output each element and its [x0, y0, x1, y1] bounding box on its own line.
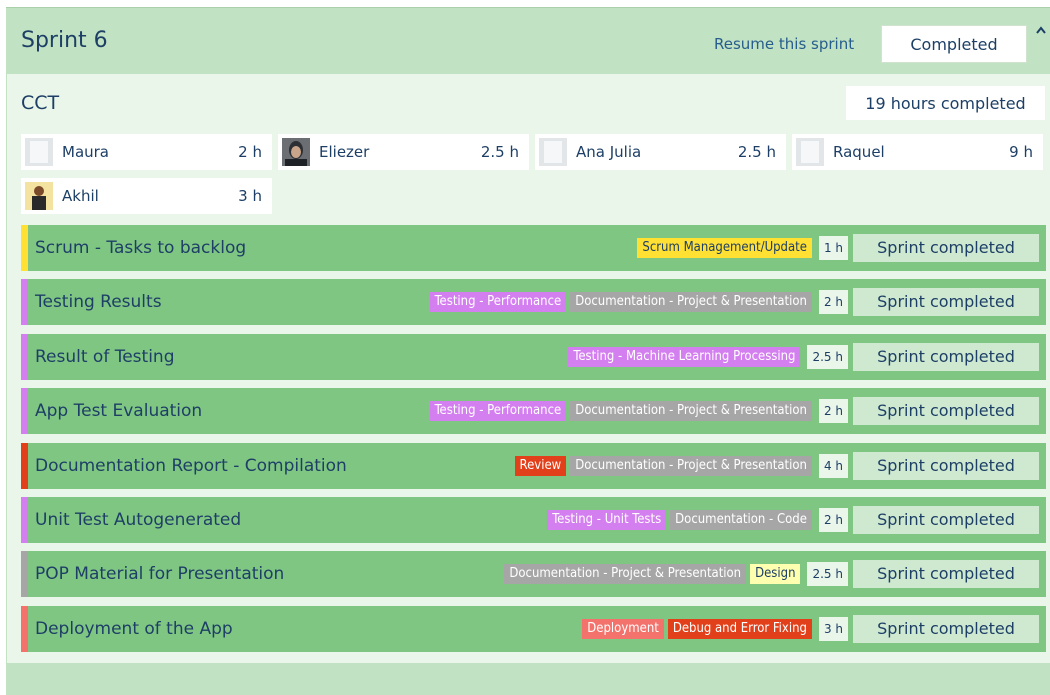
- task-tag: Testing - Performance: [429, 292, 567, 313]
- task-color-stripe: [21, 225, 28, 271]
- sprint-completed-button[interactable]: Sprint completed: [853, 614, 1039, 643]
- sprint-completed-button[interactable]: Sprint completed: [853, 560, 1039, 589]
- member-card: Maura 2 h: [21, 134, 272, 170]
- task-title: Documentation Report - Compilation: [35, 455, 347, 476]
- task-meta: Review Documentation - Project & Presenta…: [511, 451, 1039, 480]
- task-tag: Documentation - Project & Presentation: [570, 455, 812, 476]
- task-color-stripe: [21, 279, 28, 326]
- task-title: App Test Evaluation: [35, 401, 203, 422]
- task-title: Unit Test Autogenerated: [35, 510, 242, 530]
- hours-summary: 19 hours completed: [846, 86, 1045, 120]
- task-row[interactable]: Testing Results Testing - Performance Docu…: [21, 279, 1046, 326]
- task-meta: Testing - Machine Learning Processing 2.5…: [564, 342, 1039, 371]
- task-tag: Documentation - Code: [670, 510, 812, 530]
- task-meta: Testing - Unit Tests Documentation - Code…: [543, 506, 1039, 534]
- task-hours: 2.5 h: [807, 344, 848, 369]
- task-row[interactable]: Deployment of the App Deployment Debug and…: [21, 605, 1046, 652]
- member-card: Raquel 9 h: [792, 134, 1043, 170]
- team-name: CCT: [21, 92, 60, 114]
- task-meta: Deployment Debug and Error Fixing 3 h Sprin…: [578, 614, 1039, 643]
- task-hours: 3 h: [818, 616, 848, 641]
- member-hours: 9 h: [1009, 143, 1033, 161]
- task-title: Testing Results: [35, 292, 162, 313]
- task-title: Scrum - Tasks to backlog: [35, 238, 247, 258]
- task-meta: Scrum Management/Update 1 h Sprint complet…: [633, 234, 1039, 262]
- task-hours: 2.5 h: [807, 562, 848, 587]
- task-tag: Testing - Unit Tests: [547, 510, 667, 530]
- task-color-stripe: [21, 333, 28, 380]
- avatar: [25, 182, 53, 210]
- member-name: Maura: [62, 143, 109, 161]
- member-hours: 2 h: [238, 143, 262, 161]
- task-tag: Testing - Machine Learning Processing: [568, 346, 801, 367]
- task-row[interactable]: Scrum - Tasks to backlog Scrum Management…: [21, 225, 1046, 271]
- member-hours: 2.5 h: [480, 143, 519, 161]
- member-name: Raquel: [833, 143, 885, 161]
- task-tag: Review: [514, 455, 567, 476]
- task-tag: Documentation - Project & Presentation: [504, 564, 747, 585]
- task-title: POP Material for Presentation: [35, 564, 285, 585]
- member-name: Akhil: [62, 187, 99, 205]
- sprint-panel: Sprint 6 Resume this sprint Completed CC…: [6, 7, 1050, 695]
- task-row[interactable]: Unit Test Autogenerated Testing - Unit Te…: [21, 497, 1046, 543]
- task-tag: Design: [750, 564, 801, 585]
- member-card: Ana Julia 2.5 h: [535, 134, 786, 170]
- member-card: Akhil 3 h: [21, 178, 272, 214]
- sprint-completed-button[interactable]: Sprint completed: [853, 451, 1039, 480]
- task-title: Deployment of the App: [35, 618, 233, 639]
- avatar: [796, 138, 824, 166]
- avatar: [282, 138, 310, 166]
- task-row[interactable]: App Test Evaluation Testing - Performance…: [21, 388, 1046, 435]
- member-hours: 3 h: [238, 187, 262, 205]
- member-card: Eliezer 2.5 h: [278, 134, 529, 170]
- task-color-stripe: [21, 551, 28, 598]
- task-hours: 1 h: [818, 236, 848, 260]
- sprint-header: Sprint 6 Resume this sprint Completed: [6, 8, 1050, 74]
- task-tag: Deployment: [582, 618, 664, 639]
- resume-sprint-link[interactable]: Resume this sprint: [714, 35, 854, 53]
- sprint-completed-button[interactable]: Sprint completed: [853, 234, 1039, 262]
- task-hours: 2 h: [818, 508, 848, 532]
- task-meta: Documentation - Project & Presentation De…: [500, 560, 1039, 589]
- task-meta: Testing - Performance Documentation - Pro…: [426, 397, 1039, 426]
- task-color-stripe: [21, 388, 28, 435]
- task-meta: Testing - Performance Documentation - Pro…: [426, 288, 1039, 317]
- task-row[interactable]: POP Material for Presentation Documentati…: [21, 551, 1046, 598]
- task-row[interactable]: Result of Testing Testing - Machine Learn…: [21, 333, 1046, 380]
- task-title: Result of Testing: [35, 346, 175, 367]
- task-tag: Documentation - Project & Presentation: [570, 401, 812, 422]
- task-color-stripe: [21, 605, 28, 652]
- task-hours: 2 h: [818, 399, 848, 424]
- sprint-completed-button[interactable]: Sprint completed: [853, 397, 1039, 426]
- sprint-title: Sprint 6: [21, 28, 108, 53]
- sprint-completed-button[interactable]: Sprint completed: [853, 288, 1039, 317]
- task-tag: Debug and Error Fixing: [667, 618, 812, 639]
- sprint-status-button[interactable]: Completed: [881, 25, 1027, 63]
- avatar: [25, 138, 53, 166]
- task-tag: Documentation - Project & Presentation: [570, 292, 812, 313]
- member-name: Ana Julia: [576, 143, 642, 161]
- task-tag: Testing - Performance: [429, 401, 567, 422]
- avatar: [539, 138, 567, 166]
- task-color-stripe: [21, 442, 28, 489]
- task-hours: 4 h: [818, 453, 848, 478]
- task-tag: Scrum Management/Update: [637, 238, 812, 258]
- collapse-caret-icon[interactable]: [1036, 22, 1046, 38]
- task-color-stripe: [21, 497, 28, 543]
- task-hours: 2 h: [818, 290, 848, 315]
- sprint-completed-button[interactable]: Sprint completed: [853, 342, 1039, 371]
- member-name: Eliezer: [319, 143, 370, 161]
- task-row[interactable]: Documentation Report - Compilation Review…: [21, 442, 1046, 489]
- sprint-completed-button[interactable]: Sprint completed: [853, 506, 1039, 534]
- member-hours: 2.5 h: [737, 143, 776, 161]
- team-section: CCT 19 hours completed Maura 2 h Eliezer 2.…: [7, 74, 1050, 663]
